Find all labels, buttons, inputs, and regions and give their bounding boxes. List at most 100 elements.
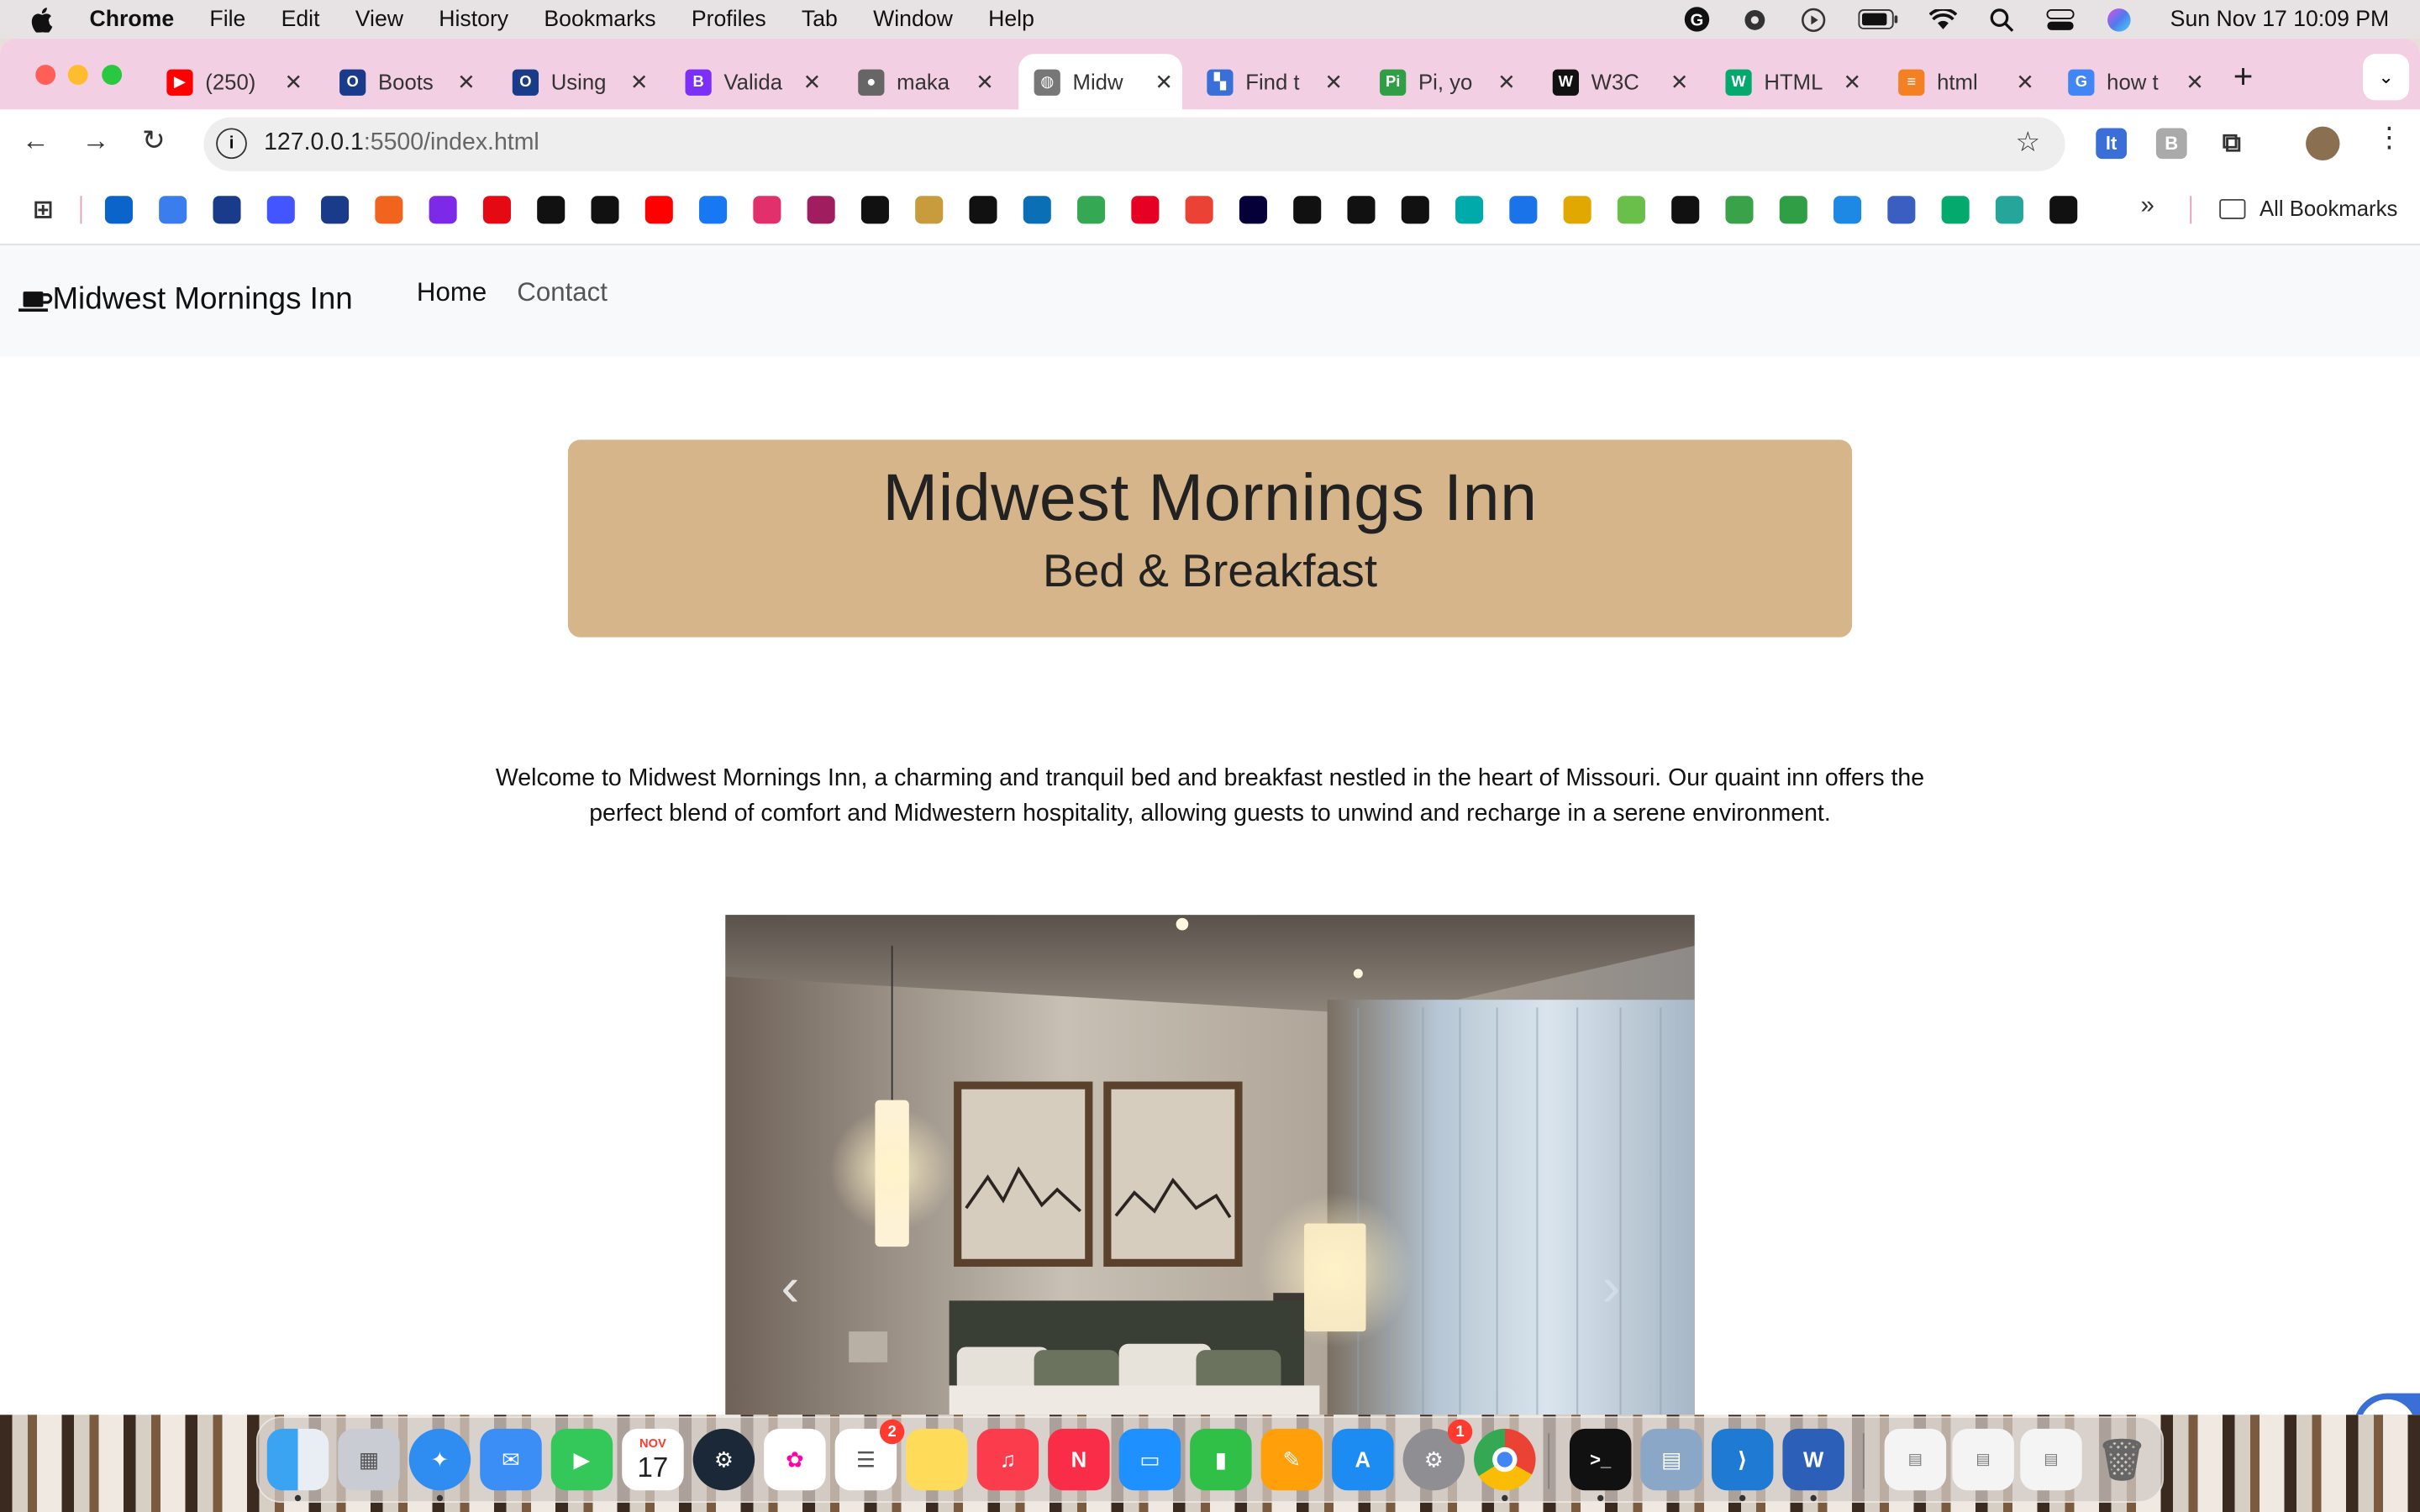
menu-tab[interactable]: Tab <box>802 7 838 31</box>
etsy-icon[interactable] <box>375 196 403 224</box>
system-settings-icon[interactable]: ⚙ 1 <box>1402 1419 1473 1491</box>
screenshot-tool-button[interactable]: ✂ <box>2354 1393 2420 1415</box>
profile-avatar[interactable] <box>2306 126 2340 161</box>
keynote-icon[interactable]: ▭ <box>1118 1428 1181 1491</box>
menu-window[interactable]: Window <box>873 7 953 31</box>
extensions-puzzle-icon[interactable]: ⧉ <box>2217 128 2248 159</box>
nav-contact-link[interactable]: Contact <box>517 278 608 309</box>
browser-tab[interactable]: ▚ Find t ✕ <box>1192 54 1352 109</box>
w3schools-icon[interactable] <box>1941 196 1970 224</box>
browser-tab[interactable]: W W3C ✕ <box>1537 54 1697 109</box>
site-brand-link[interactable]: Midwest Mornings Inn <box>18 282 353 318</box>
window-zoom-button[interactable] <box>102 65 123 86</box>
back-arrow-icon[interactable]: ← <box>22 125 50 158</box>
gmail-icon[interactable] <box>1185 196 1213 224</box>
photos-icon[interactable]: ✿ <box>764 1428 826 1491</box>
flyp-icon[interactable] <box>1671 196 1700 224</box>
youtube-icon[interactable] <box>644 196 673 224</box>
tab-close-icon[interactable]: ✕ <box>457 69 476 95</box>
font-icon[interactable] <box>1347 196 1376 224</box>
tab-close-icon[interactable]: ✕ <box>2016 69 2034 95</box>
spotlight-search-icon[interactable] <box>1988 7 2016 31</box>
tab-close-icon[interactable]: ✕ <box>284 69 302 95</box>
carousel-next-icon[interactable]: › <box>1602 1254 1621 1319</box>
tab-close-icon[interactable]: ✕ <box>803 69 822 95</box>
menu-view[interactable]: View <box>355 7 403 31</box>
launchpad-icon[interactable]: ▦ <box>338 1428 400 1491</box>
miro-icon[interactable] <box>1239 196 1267 224</box>
apple-logo-icon[interactable] <box>31 7 53 32</box>
siri-icon[interactable] <box>2106 7 2133 31</box>
safari-icon[interactable]: ✦ <box>408 1428 471 1491</box>
pages-icon[interactable]: ✎ <box>1260 1428 1323 1491</box>
browser-tab[interactable]: W HTML ✕ <box>1710 54 1870 109</box>
music-icon[interactable]: ♫ <box>976 1428 1039 1491</box>
scribd-icon[interactable] <box>969 196 997 224</box>
battery-icon[interactable] <box>1858 7 1899 31</box>
word-icon[interactable]: W <box>1782 1428 1844 1491</box>
menu-profiles[interactable]: Profiles <box>692 7 766 31</box>
wifi-icon[interactable] <box>1929 7 1958 31</box>
play-circle-icon[interactable] <box>1800 7 1828 32</box>
finder-icon[interactable] <box>266 1428 329 1491</box>
menu-file[interactable]: File <box>209 7 245 31</box>
tab-close-icon[interactable]: ✕ <box>1497 69 1516 95</box>
blue-orb-icon[interactable] <box>1833 196 1862 224</box>
menu-edit[interactable]: Edit <box>281 7 320 31</box>
link-icon[interactable] <box>807 196 835 224</box>
pinterest-icon[interactable] <box>1131 196 1160 224</box>
amazon-icon[interactable] <box>1401 196 1429 224</box>
apps-grid-icon[interactable]: ⊞ <box>29 196 57 223</box>
facebook-icon[interactable] <box>699 196 728 224</box>
leaf-icon[interactable] <box>1617 196 1645 224</box>
bug-icon[interactable] <box>1741 7 1769 31</box>
tab-close-icon[interactable]: ✕ <box>630 69 649 95</box>
tab-close-icon[interactable]: ✕ <box>1844 69 1862 95</box>
w3-icon[interactable] <box>1887 196 1916 224</box>
canva-icon[interactable] <box>429 196 457 224</box>
drive-arch-icon[interactable] <box>1509 196 1538 224</box>
disney-icon[interactable] <box>1023 196 1051 224</box>
hogwarts-icon[interactable] <box>915 196 944 224</box>
unsplash-icon[interactable] <box>860 196 889 224</box>
pi-icon[interactable] <box>1779 196 1807 224</box>
forward-arrow-icon[interactable]: → <box>82 125 109 158</box>
window-minimize-button[interactable] <box>67 65 88 86</box>
menu-history[interactable]: History <box>439 7 508 31</box>
feather-icon[interactable] <box>1725 196 1754 224</box>
browser-tab[interactable]: Pi Pi, yo ✕ <box>1365 54 1525 109</box>
teal-doc-icon[interactable] <box>1995 196 2023 224</box>
control-center-icon[interactable] <box>2046 7 2075 31</box>
quizlet-icon[interactable] <box>266 196 295 224</box>
site-info-icon[interactable]: i <box>216 128 247 160</box>
browser-tab[interactable]: ◍ Midw ✕ <box>1018 54 1182 110</box>
sparkle-icon[interactable] <box>1455 196 1484 224</box>
mail-icon[interactable]: ✉ <box>480 1428 542 1491</box>
browser-tab[interactable]: O Boots ✕ <box>324 54 485 109</box>
recent-document-thumbnail[interactable]: ▤ <box>1884 1428 1947 1491</box>
address-bar[interactable]: i 127.0.0.1:5500/index.html ☆ <box>203 117 2065 171</box>
openai-icon[interactable] <box>1293 196 1322 224</box>
url-text[interactable]: 127.0.0.1:5500/index.html <box>264 129 539 157</box>
tab-close-icon[interactable]: ✕ <box>1155 69 1173 95</box>
window-close-button[interactable] <box>35 65 56 86</box>
bookmark-star-icon[interactable]: ☆ <box>2016 127 2041 160</box>
browser-tab[interactable]: ≡ html ✕ <box>1883 54 2044 109</box>
app-store-icon[interactable]: A <box>1332 1428 1394 1491</box>
chrome-menu-icon[interactable]: ⋮ <box>2375 122 2403 155</box>
google-docs-icon[interactable] <box>159 196 187 224</box>
grammarly-icon[interactable]: G <box>1682 7 1710 32</box>
extension-b-icon[interactable]: B <box>2155 128 2187 160</box>
menu-app-name[interactable]: Chrome <box>90 7 175 31</box>
tab-close-icon[interactable]: ✕ <box>976 69 994 95</box>
otc-icon[interactable] <box>213 196 241 224</box>
browser-tab[interactable]: B Valida ✕ <box>670 54 830 109</box>
calendar-icon[interactable]: NOV 17 <box>622 1428 684 1491</box>
steam-icon[interactable]: ⚙ <box>692 1428 755 1491</box>
browser-tab[interactable]: O Using ✕ <box>497 54 657 109</box>
pinterest-p-icon[interactable] <box>591 196 619 224</box>
trash-icon[interactable]: 🗑 <box>2091 1429 2153 1490</box>
nav-home-link[interactable]: Home <box>417 278 487 309</box>
recent-document-thumbnail[interactable]: ▤ <box>1952 1428 2014 1491</box>
recent-document-thumbnail[interactable]: ▤ <box>2020 1428 2082 1491</box>
